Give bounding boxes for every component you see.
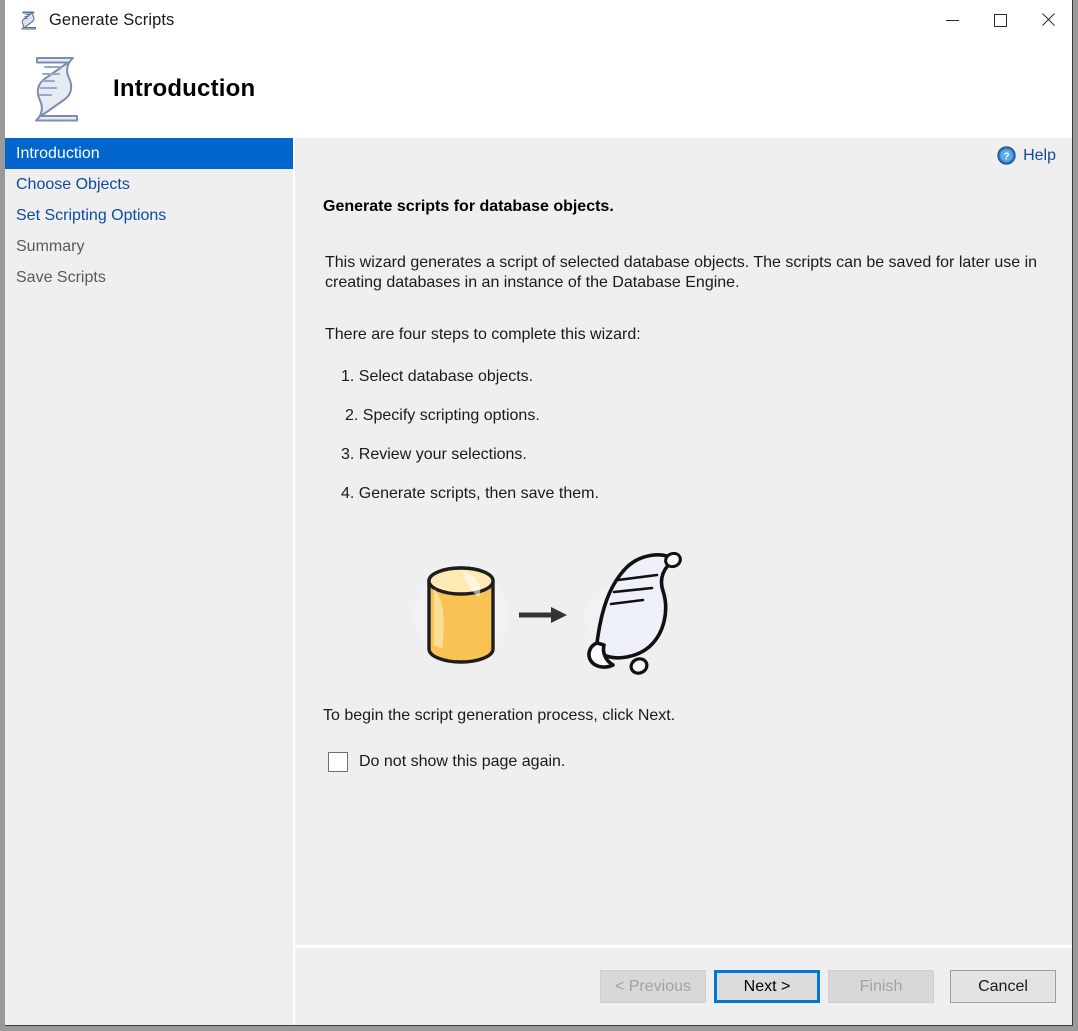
database-cylinder-icon bbox=[429, 568, 493, 662]
sidebar-item-choose-objects[interactable]: Choose Objects bbox=[5, 169, 293, 200]
step-item: 1. Select database objects. bbox=[341, 368, 1044, 386]
svg-text:?: ? bbox=[1004, 152, 1010, 163]
close-icon bbox=[1040, 12, 1056, 28]
begin-instruction: To begin the script generation process, … bbox=[323, 707, 1044, 725]
arrow-right-icon bbox=[519, 607, 567, 623]
body: Introduction Choose Objects Set Scriptin… bbox=[5, 138, 1072, 1025]
wizard-button-bar: < Previous Next > Finish Cancel bbox=[295, 948, 1072, 1025]
help-question-icon: ? bbox=[997, 146, 1016, 165]
cancel-button[interactable]: Cancel bbox=[950, 970, 1056, 1003]
finish-button[interactable]: Finish bbox=[828, 970, 934, 1003]
sidebar-item-introduction[interactable]: Introduction bbox=[5, 138, 293, 169]
maximize-button[interactable] bbox=[976, 0, 1024, 40]
script-scroll-icon bbox=[584, 551, 682, 675]
sidebar-item-save-scripts: Save Scripts bbox=[5, 262, 293, 293]
page-title: Introduction bbox=[113, 75, 255, 103]
title-bar: Generate Scripts bbox=[5, 0, 1072, 40]
content-inner: Generate scripts for database objects. T… bbox=[295, 138, 1072, 772]
content-lead: Generate scripts for database objects. bbox=[323, 198, 1044, 216]
illustration bbox=[323, 549, 1044, 679]
close-button[interactable] bbox=[1024, 0, 1072, 40]
script-scroll-icon bbox=[18, 9, 40, 31]
minimize-button[interactable] bbox=[928, 0, 976, 40]
steps-list: 1. Select database objects. 2. Specify s… bbox=[323, 368, 1044, 503]
content-column: ? Help Generate scripts for database obj… bbox=[295, 138, 1072, 1025]
help-link[interactable]: ? Help bbox=[997, 146, 1056, 165]
maximize-icon bbox=[994, 14, 1007, 27]
content-panel: ? Help Generate scripts for database obj… bbox=[295, 138, 1072, 945]
content-paragraph: This wizard generates a script of select… bbox=[325, 253, 1044, 294]
page-header: Introduction bbox=[5, 40, 1072, 138]
step-item: 3. Review your selections. bbox=[341, 446, 1044, 464]
do-not-show-row[interactable]: Do not show this page again. bbox=[328, 752, 1044, 772]
next-button[interactable]: Next > bbox=[714, 970, 820, 1003]
sidebar-item-label: Set Scripting Options bbox=[16, 207, 166, 225]
step-item: 4. Generate scripts, then save them. bbox=[341, 485, 1044, 503]
step-item: 2. Specify scripting options. bbox=[345, 407, 1044, 425]
sidebar-item-set-scripting-options[interactable]: Set Scripting Options bbox=[5, 200, 293, 231]
help-label: Help bbox=[1023, 147, 1056, 165]
sidebar-item-label: Save Scripts bbox=[16, 269, 106, 287]
screenshot-root: Generate Scripts bbox=[0, 0, 1078, 1031]
window-title: Generate Scripts bbox=[49, 11, 174, 30]
do-not-show-label: Do not show this page again. bbox=[359, 753, 565, 771]
window-controls bbox=[928, 0, 1072, 40]
script-scroll-icon bbox=[23, 52, 89, 126]
sidebar-item-summary: Summary bbox=[5, 231, 293, 262]
previous-button[interactable]: < Previous bbox=[600, 970, 706, 1003]
sidebar-item-label: Summary bbox=[16, 238, 84, 256]
steps-intro: There are four steps to complete this wi… bbox=[325, 326, 1044, 344]
generate-scripts-window: Generate Scripts bbox=[5, 0, 1073, 1026]
do-not-show-checkbox[interactable] bbox=[328, 752, 348, 772]
wizard-step-sidebar: Introduction Choose Objects Set Scriptin… bbox=[5, 138, 293, 1025]
minimize-icon bbox=[946, 20, 959, 21]
sidebar-item-label: Choose Objects bbox=[16, 176, 130, 194]
illustration-graphic bbox=[401, 549, 701, 679]
sidebar-item-label: Introduction bbox=[16, 145, 100, 163]
